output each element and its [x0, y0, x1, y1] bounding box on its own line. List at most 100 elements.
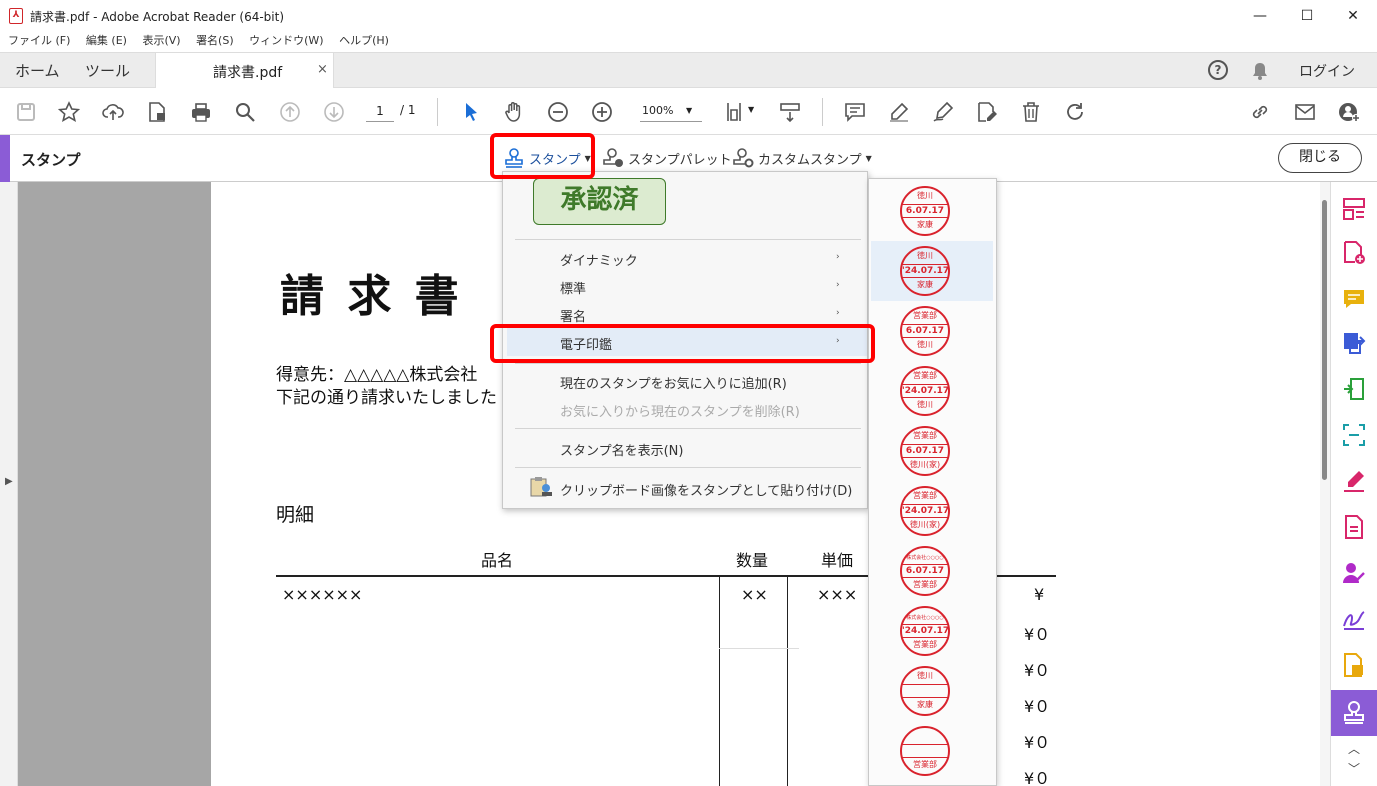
- document-tab-label: 請求書.pdf: [213, 65, 283, 81]
- edit-file-icon[interactable]: [975, 100, 999, 124]
- seal-stamp[interactable]: 営業部 6.07.17 徳川: [900, 306, 950, 356]
- custom-stamp-button[interactable]: カスタムスタンプ ▼: [732, 147, 872, 169]
- menu-item-sign-here[interactable]: 署名: [560, 306, 586, 325]
- cell-amount: ¥０: [1024, 697, 1051, 716]
- hand-tool-icon[interactable]: [502, 100, 526, 124]
- protect-file-icon[interactable]: [145, 100, 169, 124]
- seal-stamp[interactable]: 営業部 '24.07.17 徳川(家): [900, 486, 950, 536]
- close-tab-button[interactable]: ×: [317, 62, 328, 77]
- comment-icon[interactable]: [843, 100, 867, 124]
- tab-home[interactable]: ホーム: [15, 60, 60, 81]
- stamp-icon: [1344, 701, 1364, 724]
- close-tool-button[interactable]: 閉じる: [1278, 143, 1362, 173]
- seal-bottom-text: 家康: [917, 280, 933, 289]
- request-signature-icon[interactable]: [1341, 560, 1367, 586]
- bell-icon[interactable]: [1251, 61, 1269, 85]
- header-quantity: 数量: [736, 551, 769, 570]
- scan-pdf-icon[interactable]: [1341, 422, 1367, 448]
- scroll-up-icon[interactable]: ︿: [1348, 740, 1360, 757]
- scroll-mode-icon[interactable]: [778, 100, 802, 124]
- menu-window[interactable]: ウィンドウ(W): [249, 34, 323, 47]
- close-window-button[interactable]: ✕: [1338, 4, 1368, 28]
- seal-bottom-text: 営業部: [913, 580, 937, 589]
- login-link[interactable]: ログイン: [1299, 61, 1355, 81]
- vertical-scrollbar[interactable]: [1320, 182, 1330, 786]
- comment-panel-icon[interactable]: [1341, 286, 1367, 312]
- seal-date-text: [902, 744, 948, 758]
- menu-item-remove-favorite: お気に入りから現在のスタンプを削除(R): [560, 405, 800, 420]
- seal-stamp[interactable]: 営業部: [900, 726, 950, 776]
- menu-item-digital-seal[interactable]: 電子印鑑: [560, 334, 612, 353]
- seal-stamp[interactable]: 営業部 6.07.17 徳川(家): [900, 426, 950, 476]
- compress-icon[interactable]: [1341, 376, 1367, 402]
- edit-pdf-icon[interactable]: [1341, 514, 1367, 540]
- tab-bar: ホーム ツール 請求書.pdf × ? ログイン: [0, 52, 1377, 89]
- tab-tools[interactable]: ツール: [85, 60, 130, 81]
- seal-stamp[interactable]: 株式会社○○○○ 6.07.17 営業部: [900, 546, 950, 596]
- certificate-sign-icon[interactable]: [1341, 606, 1367, 632]
- tab-document[interactable]: 請求書.pdf ×: [155, 53, 334, 89]
- menu-sign[interactable]: 署名(S): [196, 34, 234, 47]
- approved-stamp-preview[interactable]: 承認済: [533, 178, 666, 225]
- scrollbar-thumb[interactable]: [1322, 200, 1327, 480]
- zoom-out-icon[interactable]: [546, 100, 570, 124]
- fill-sign-icon[interactable]: [1341, 468, 1367, 494]
- header-unit-price: 単価: [821, 551, 854, 570]
- upload-cloud-icon[interactable]: [101, 100, 125, 124]
- select-cursor-icon[interactable]: [459, 100, 483, 124]
- menu-item-dynamic[interactable]: ダイナミック: [560, 250, 638, 269]
- zoom-in-icon[interactable]: [590, 100, 614, 124]
- menu-item-show-stamp-names[interactable]: スタンプ名を表示(N): [560, 440, 683, 459]
- maximize-button[interactable]: ☐: [1292, 4, 1322, 28]
- star-icon[interactable]: [57, 100, 81, 124]
- menu-item-paste-clipboard[interactable]: クリップボード画像をスタンプとして貼り付け(D): [560, 480, 852, 499]
- email-icon[interactable]: [1293, 100, 1317, 124]
- minimize-button[interactable]: —: [1245, 4, 1275, 28]
- share-link-icon[interactable]: [1248, 100, 1272, 124]
- scroll-down-icon[interactable]: ﹀: [1348, 760, 1360, 777]
- help-icon[interactable]: ?: [1208, 60, 1228, 80]
- seal-stamp[interactable]: 株式会社○○○○ '24.07.17 営業部: [900, 606, 950, 656]
- seal-top-text: 徳川: [917, 671, 933, 680]
- seal-date-text: 6.07.17: [902, 324, 948, 338]
- seal-stamp[interactable]: 徳川 6.07.17 家康: [900, 186, 950, 236]
- draw-pen-icon[interactable]: [931, 100, 955, 124]
- seal-stamp[interactable]: 営業部 '24.07.17 徳川: [900, 366, 950, 416]
- seal-stamp[interactable]: 徳川 '24.07.17 家康: [900, 246, 950, 296]
- print-icon[interactable]: [189, 100, 213, 124]
- highlight-pen-icon[interactable]: [887, 100, 911, 124]
- stamp-tool-active[interactable]: [1331, 690, 1377, 736]
- page-number-input[interactable]: 1: [366, 100, 394, 122]
- rotate-icon[interactable]: [1063, 100, 1087, 124]
- stamp-palette-button[interactable]: スタンプパレット: [602, 147, 732, 169]
- menu-help[interactable]: ヘルプ(H): [339, 34, 389, 47]
- zoom-select[interactable]: 100% ▼: [640, 100, 702, 122]
- chevron-down-icon[interactable]: ▼: [748, 105, 754, 114]
- search-icon[interactable]: [233, 100, 257, 124]
- submenu-arrow-icon: ›: [836, 308, 840, 318]
- page-fit-icon[interactable]: [722, 100, 746, 124]
- create-pdf-icon[interactable]: [1341, 240, 1367, 266]
- stamp-dropdown-button[interactable]: スタンプ ▼: [503, 147, 591, 169]
- organize-pages-icon[interactable]: [1341, 196, 1367, 222]
- menu-item-add-favorite[interactable]: 現在のスタンプをお気に入りに追加(R): [560, 373, 787, 392]
- left-panel-toggle-strip[interactable]: ▶: [0, 182, 18, 786]
- page-down-icon[interactable]: [322, 100, 346, 124]
- protect-icon[interactable]: [1341, 652, 1367, 678]
- seal-stamp[interactable]: 徳川 家康: [900, 666, 950, 716]
- right-tools-panel: ︿ ﹀: [1330, 182, 1377, 786]
- menu-item-standard[interactable]: 標準: [560, 278, 586, 297]
- menu-view[interactable]: 表示(V): [142, 34, 180, 47]
- add-user-icon[interactable]: [1337, 100, 1361, 124]
- seal-date-text: 6.07.17: [902, 204, 948, 218]
- export-pdf-icon[interactable]: [1341, 330, 1367, 356]
- save-icon[interactable]: [14, 100, 38, 124]
- menu-file[interactable]: ファイル (F): [8, 34, 70, 47]
- menu-edit[interactable]: 編集 (E): [86, 34, 127, 47]
- page-up-icon[interactable]: [278, 100, 302, 124]
- expand-arrow-icon[interactable]: ▶: [5, 476, 13, 487]
- menu-separator: [515, 428, 861, 429]
- chevron-down-icon: ▼: [686, 106, 693, 115]
- seal-date-text: [902, 684, 948, 698]
- trash-icon[interactable]: [1019, 100, 1043, 124]
